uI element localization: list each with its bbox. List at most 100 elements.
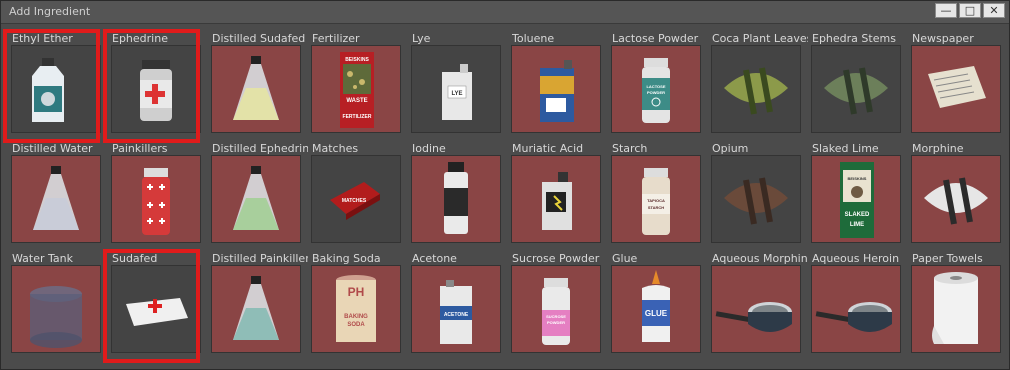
- ingredient-item[interactable]: Sudafed: [101, 243, 201, 363]
- ingredient-item[interactable]: Painkillers: [101, 133, 201, 243]
- baking-soda-can-icon: PH BAKING SODA: [336, 275, 376, 342]
- ingredient-tile[interactable]: [11, 45, 101, 133]
- ingredient-tile[interactable]: TAPIOCA STARCH: [611, 155, 701, 243]
- ingredient-tile[interactable]: [911, 155, 1001, 243]
- ingredient-tile[interactable]: [111, 265, 201, 353]
- svg-text:SODA: SODA: [347, 322, 365, 328]
- ingredient-item[interactable]: Newspaper: [901, 23, 1001, 133]
- ingredient-label: Distilled Sudafed: [212, 32, 306, 45]
- ingredient-item[interactable]: Sucrose Powder SUCROSE POWDER: [501, 243, 601, 353]
- ingredient-item[interactable]: Fertilizer BEISKINS WASTE FERTILIZER: [301, 23, 401, 133]
- ingredient-item[interactable]: Ephedra Stems: [801, 23, 901, 133]
- ingredient-label: Lye: [412, 32, 431, 45]
- matches-box-icon: MATCHES: [330, 182, 380, 220]
- ingredient-tile[interactable]: BEISKINS WASTE FERTILIZER: [311, 45, 401, 133]
- pot-icon: [715, 302, 792, 332]
- svg-text:MATCHES: MATCHES: [342, 198, 367, 204]
- ingredient-tile[interactable]: BEISKINS SLAKED LIME: [811, 155, 901, 243]
- paper-towels-icon: [932, 272, 978, 344]
- ingredient-item[interactable]: Matches MATCHES: [301, 133, 401, 243]
- ingredient-tile[interactable]: [511, 45, 601, 133]
- ingredient-label: Aqueous Heroin: [812, 252, 900, 265]
- minimize-button[interactable]: —: [935, 3, 957, 18]
- ingredient-tile[interactable]: LYE: [411, 45, 501, 133]
- acetone-can-icon: ACETONE: [440, 280, 472, 344]
- ingredient-label: Distilled Ephedrine: [212, 142, 308, 155]
- svg-text:STARCH: STARCH: [648, 205, 664, 210]
- ingredient-tile[interactable]: [211, 155, 301, 243]
- ingredient-tile[interactable]: PH BAKING SODA: [311, 265, 401, 353]
- ingredient-tile[interactable]: SUCROSE POWDER: [511, 265, 601, 353]
- svg-text:LACTOSE: LACTOSE: [646, 84, 665, 89]
- starch-jar-icon: TAPIOCA STARCH: [642, 168, 670, 235]
- ingredient-item[interactable]: Morphine: [901, 133, 1001, 243]
- ingredient-tile[interactable]: [711, 265, 801, 353]
- ingredient-label: Glue: [612, 252, 638, 265]
- ingredient-label: Ephedrine: [112, 32, 168, 45]
- ingredient-item[interactable]: Coca Plant Leaves: [701, 23, 808, 133]
- ingredient-tile[interactable]: [11, 155, 101, 243]
- close-button[interactable]: ✕: [983, 3, 1005, 18]
- ingredient-tile[interactable]: [711, 155, 801, 243]
- flask-yellow-icon: [233, 56, 279, 120]
- ingredient-item[interactable]: Toluene: [501, 23, 601, 133]
- ingredient-tile[interactable]: GLUE: [611, 265, 701, 353]
- svg-text:SUCROSE: SUCROSE: [546, 314, 566, 319]
- pot-icon: [815, 302, 892, 332]
- ingredient-tile[interactable]: [211, 45, 301, 133]
- ingredient-tile[interactable]: [711, 45, 801, 133]
- ingredient-tile[interactable]: MATCHES: [311, 155, 401, 243]
- ingredient-label: Baking Soda: [312, 252, 381, 265]
- muriatic-acid-jug-icon: [542, 172, 572, 230]
- ingredient-item[interactable]: Ethyl Ether: [1, 23, 101, 143]
- ingredient-item[interactable]: Aqueous Heroin: [801, 243, 901, 353]
- slaked-lime-bag-icon: BEISKINS SLAKED LIME: [840, 162, 874, 238]
- ingredient-label: Paper Towels: [912, 252, 983, 265]
- ingredient-item[interactable]: Opium: [701, 133, 801, 243]
- ingredient-item[interactable]: Aqueous Morphine: [701, 243, 808, 353]
- ingredient-item[interactable]: Acetone ACETONE: [401, 243, 501, 353]
- ingredient-item[interactable]: Iodine: [401, 133, 501, 243]
- maximize-button[interactable]: □: [959, 3, 981, 18]
- ingredient-tile[interactable]: ACETONE: [411, 265, 501, 353]
- ingredient-tile[interactable]: [211, 265, 301, 353]
- ingredient-item[interactable]: Lactose Powder LACTOSE POWDER: [601, 23, 701, 133]
- ingredient-item[interactable]: Paper Towels: [901, 243, 1001, 353]
- ingredient-item[interactable]: Distilled Painkillers: [201, 243, 308, 353]
- ingredient-tile[interactable]: [411, 155, 501, 243]
- svg-text:TAPIOCA: TAPIOCA: [647, 198, 665, 203]
- ingredient-item[interactable]: Distilled Ephedrine: [201, 133, 308, 243]
- iodine-bottle-icon: [444, 162, 468, 234]
- ingredient-tile[interactable]: [111, 45, 201, 133]
- ephedra-stems-bundle-icon: [824, 67, 888, 115]
- flask-green-icon: [233, 166, 279, 230]
- ingredient-label: Water Tank: [12, 252, 73, 265]
- title-bar[interactable]: Add Ingredient — □ ✕: [1, 1, 1009, 24]
- ingredient-item[interactable]: Baking Soda PH BAKING SODA: [301, 243, 401, 353]
- ingredient-item[interactable]: Muriatic Acid: [501, 133, 601, 243]
- ingredient-label: Slaked Lime: [812, 142, 879, 155]
- svg-text:WASTE: WASTE: [346, 98, 367, 104]
- ingredient-tile[interactable]: [111, 155, 201, 243]
- ingredient-item[interactable]: Distilled Sudafed: [201, 23, 305, 133]
- ingredient-item[interactable]: Distilled Water: [1, 133, 101, 243]
- ingredient-tile[interactable]: LACTOSE POWDER: [611, 45, 701, 133]
- ingredient-item[interactable]: Glue GLUE: [601, 243, 701, 353]
- ingredient-label: Ethyl Ether: [12, 32, 73, 45]
- ingredient-item[interactable]: Water Tank: [1, 243, 101, 353]
- ingredient-tile[interactable]: [511, 155, 601, 243]
- ingredient-item[interactable]: Ephedrine: [101, 23, 201, 143]
- ingredient-item[interactable]: Lye LYE: [401, 23, 501, 133]
- ingredient-tile[interactable]: [811, 45, 901, 133]
- ingredient-tile[interactable]: [911, 45, 1001, 133]
- ingredient-tile[interactable]: [811, 265, 901, 353]
- lye-jug-icon: LYE: [442, 64, 472, 120]
- ingredient-label: Morphine: [912, 142, 964, 155]
- ingredient-tile[interactable]: [11, 265, 101, 353]
- svg-text:GLUE: GLUE: [645, 309, 668, 318]
- ingredient-item[interactable]: Slaked Lime BEISKINS SLAKED LIME: [801, 133, 901, 243]
- svg-text:POWDER: POWDER: [547, 320, 565, 325]
- ingredient-item[interactable]: Starch TAPIOCA STARCH: [601, 133, 701, 243]
- ingredient-tile[interactable]: [911, 265, 1001, 353]
- flask-water-icon: [33, 166, 79, 230]
